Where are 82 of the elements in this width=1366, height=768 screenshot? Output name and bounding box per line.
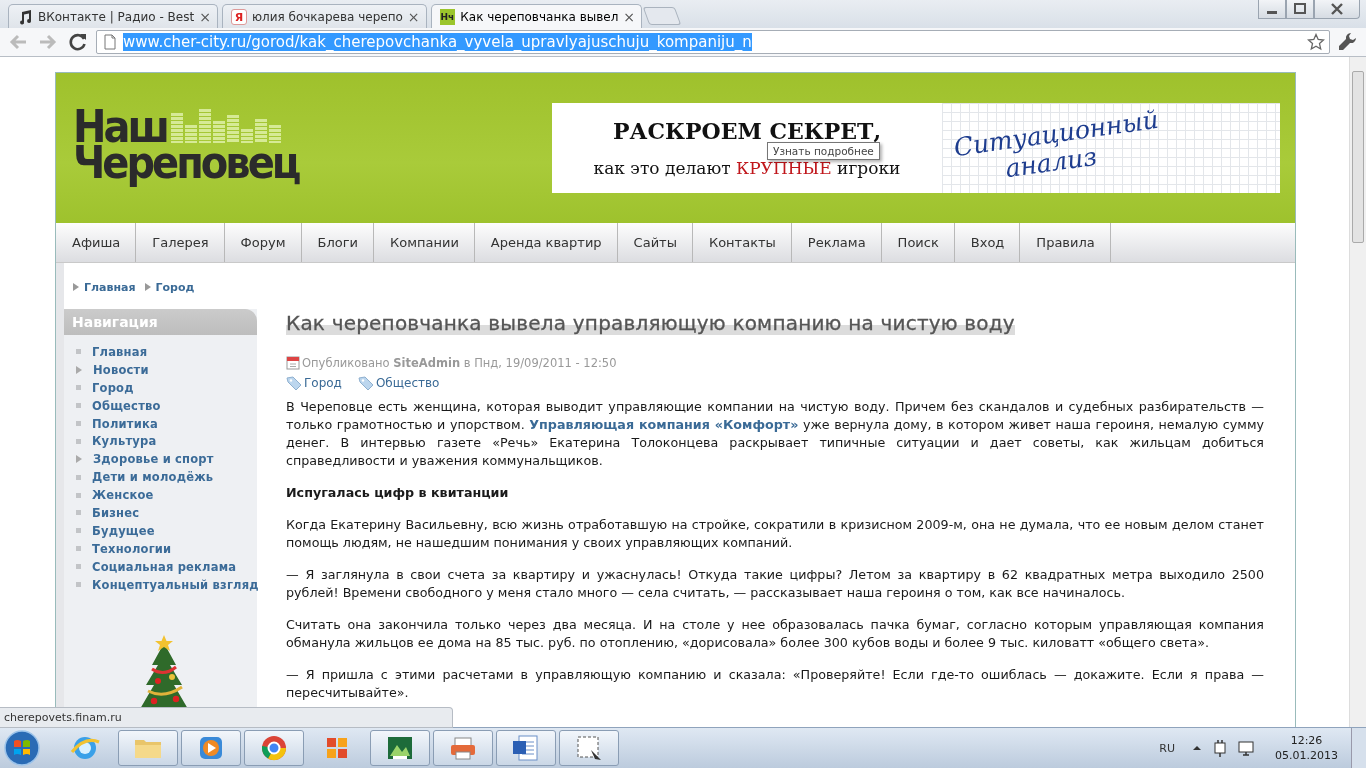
tag-link[interactable]: Общество: [375, 376, 440, 390]
language-indicator[interactable]: RU: [1159, 741, 1175, 755]
nav-link[interactable]: Город: [92, 380, 134, 395]
close-button[interactable]: ×: [407, 8, 420, 25]
paragraph: — Я пришла с этими расчетами в управляющую компанию и сказала: «Проверяйте! Если где-то ошиблась — докажите. Если я права — пересчитывайте».: [286, 666, 1264, 702]
star-icon[interactable]: [1307, 33, 1325, 51]
site-icon: Нч: [439, 8, 456, 25]
close-button[interactable]: ×: [199, 8, 211, 25]
taskbar-button[interactable]: [118, 730, 178, 766]
menu-item[interactable]: Сайты: [617, 223, 693, 262]
triangle-icon: [72, 282, 80, 292]
paragraph: Считать она закончила только через два месяца. И на столе у нее образовалась пачка бумаг, согласно которым управляющая компания обманула жильцов ее дома на 85 тыс. руб. по отоплению, «дорисовала» более 300 кубов воды и более 9 тыс. киловатт «общего света».: [286, 616, 1264, 652]
menu-item[interactable]: Контакты: [692, 223, 792, 262]
menu-item[interactable]: Аренда квартир: [474, 223, 618, 262]
tab-title: ВКонтакте | Радио - Best: [38, 9, 195, 24]
paragraph: Когда Екатерину Васильевну, всю жизнь отработавшую на стройке, сократили в кризисном 2009-м, она не думала, что ее новым делом станет помощь людям, не нашедшим понимания у своих управляющих компаний.: [286, 516, 1264, 552]
page-icon: [103, 34, 117, 50]
publish-info: Опубликовано SiteAdmin в Пнд, 19/09/2011 - 12:50: [302, 355, 617, 370]
close-icon[interactable]: [1314, 0, 1360, 19]
nav-link[interactable]: Концептуальный взгляд: [92, 577, 259, 592]
browser-tab[interactable]: ВКонтакте | Радио - Best ×: [8, 4, 218, 28]
taskbar-button[interactable]: [244, 730, 304, 766]
menu-item[interactable]: Реклама: [791, 223, 882, 262]
menu-item[interactable]: Блоги: [301, 223, 374, 262]
nav-link[interactable]: Технологии: [92, 541, 172, 556]
menu-item[interactable]: Галерея: [136, 223, 225, 262]
maximize-icon[interactable]: [1286, 0, 1314, 19]
nav-link[interactable]: Общество: [92, 398, 161, 413]
close-button[interactable]: ×: [623, 8, 636, 25]
nav-link[interactable]: Новости: [93, 362, 149, 377]
triangle-icon: [143, 282, 152, 292]
nav-link[interactable]: Бизнес: [92, 505, 140, 520]
start-button[interactable]: [2, 728, 42, 768]
paragraph: — Я заглянула в свои счета за квартиру и ужаснулась! Откуда такие цифры? Летом за квартиру в 62 квадратных метра выходило 2500 рублей! Времени свободного у меня стало много — села считать, — рассказывает наша героиня о том, как все начиналось.: [286, 566, 1264, 602]
tooltip: Узнать подробнее: [767, 142, 880, 160]
ad-headline: РАСКРОЕМ СЕКРЕТ,: [612, 118, 882, 144]
browser-tab[interactable]: Я юлия бочкарева черепо ×: [221, 4, 427, 28]
ad-subline: как это делают КРУПНЫЕ игроки: [593, 158, 901, 178]
breadcrumb-link[interactable]: Город: [155, 280, 195, 294]
music-note-icon: [17, 8, 33, 25]
paragraph: В Череповце есть женщина, которая выводит управляющие компании на чистую воду. Причем без скандалов и судебных разбирательств — только грамотностью и упорством. Управляющая компания «Комфорт» уже вернула дому, в котором живет наша героиня, немалую сумму денег. В интервью газете «Речь» Екатерина Толоконцева раскрывает типичные ситуации и дает советы, как жильцам добиться справедливости и уважения коммунальщиков.: [286, 398, 1264, 470]
show-desktop-button[interactable]: [1351, 728, 1366, 768]
status-bubble: cherepovets.finam.ru: [0, 707, 453, 728]
menu-item[interactable]: Компании: [374, 223, 475, 262]
nav-link[interactable]: Политика: [92, 416, 158, 431]
menu-item[interactable]: Афиша: [56, 223, 137, 262]
calendar-icon: [286, 355, 300, 370]
nav-link[interactable]: Здоровье и спорт: [93, 452, 214, 467]
nav-link[interactable]: Будущее: [92, 523, 155, 538]
taskbar-button[interactable]: [559, 730, 619, 766]
breadcrumb-link[interactable]: Главная: [84, 280, 136, 294]
tag-link[interactable]: Город: [304, 376, 342, 390]
browser-tab[interactable]: Нч Как череповчанка вывел ×: [430, 4, 643, 28]
article-link[interactable]: Управляющая компания «Комфорт»: [529, 417, 799, 432]
nav-link[interactable]: Дети и молодёжь: [92, 470, 214, 485]
taskbar-button[interactable]: [181, 730, 241, 766]
tag-icon: [357, 376, 374, 390]
scrollbar[interactable]: [1349, 57, 1366, 727]
nav-link[interactable]: Женское: [92, 488, 154, 503]
tab-title: юлия бочкарева черепо: [251, 9, 403, 24]
taskbar-button[interactable]: [370, 730, 430, 766]
plug-icon[interactable]: [1212, 739, 1228, 757]
monitor-icon[interactable]: [1237, 739, 1255, 757]
sidebar-title: Навигация: [64, 309, 257, 335]
tab-title: Как череповчанка вывел: [460, 9, 619, 24]
site-icon: Я: [230, 8, 247, 25]
clock-date[interactable]: 05.01.2013: [1275, 748, 1338, 763]
taskbar-button[interactable]: [433, 730, 493, 766]
menu-item[interactable]: Форум: [224, 223, 302, 262]
minimize-icon[interactable]: [1258, 0, 1286, 19]
taskbar-button[interactable]: [496, 730, 556, 766]
up-arrow-icon[interactable]: [1191, 743, 1203, 753]
nav-link[interactable]: Культура: [92, 434, 157, 449]
tag-icon: [286, 376, 302, 390]
menu-item[interactable]: Правила: [1020, 223, 1111, 262]
clock-time[interactable]: 12:26: [1290, 733, 1323, 748]
menu-item[interactable]: Вход: [954, 223, 1021, 262]
nav-link[interactable]: Социальная реклама: [92, 559, 237, 574]
menu-item[interactable]: Поиск: [881, 223, 955, 262]
section-heading: Испугалась цифр в квитанции: [286, 484, 510, 502]
scroll-thumb[interactable]: [1352, 71, 1364, 243]
nav-link[interactable]: Главная: [92, 344, 148, 359]
